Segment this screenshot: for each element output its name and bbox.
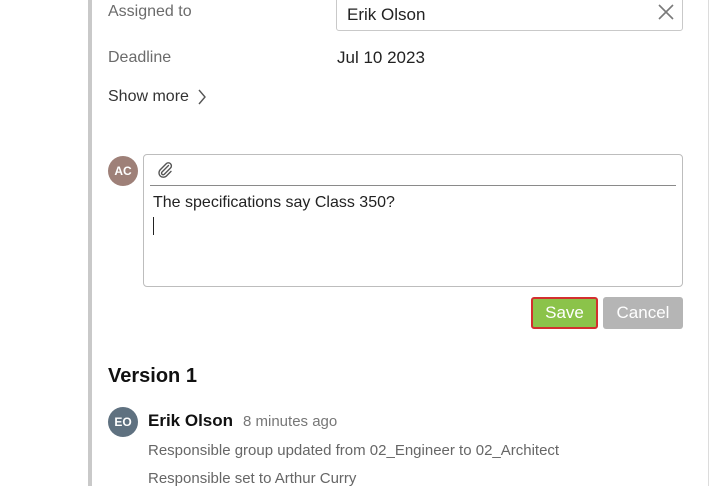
show-more-link[interactable]: Show more bbox=[108, 88, 207, 106]
author-avatar-initials: EO bbox=[114, 415, 132, 429]
paperclip-icon[interactable] bbox=[156, 161, 174, 179]
comment-editor[interactable]: The specifications say Class 350? bbox=[143, 154, 683, 287]
chevron-right-icon bbox=[198, 89, 206, 105]
author-name: Erik Olson bbox=[148, 411, 234, 430]
commenter-avatar: AC bbox=[108, 156, 138, 186]
cancel-button[interactable]: Cancel bbox=[603, 297, 683, 329]
comment-text[interactable]: The specifications say Class 350? bbox=[153, 194, 395, 212]
assigned-to-field[interactable]: Erik Olson bbox=[336, 0, 683, 31]
text-caret bbox=[153, 217, 154, 235]
deadline-value: Jul 10 2023 bbox=[337, 48, 425, 67]
assigned-to-value: Erik Olson bbox=[347, 5, 426, 24]
commenter-avatar-initials: AC bbox=[114, 164, 132, 178]
deadline-label: Deadline bbox=[108, 49, 172, 66]
toolbar-divider bbox=[150, 185, 676, 186]
panel-right-border bbox=[708, 0, 709, 486]
show-more-label: Show more bbox=[108, 88, 189, 105]
entry-timestamp: 8 minutes ago bbox=[243, 413, 338, 430]
author-avatar: EO bbox=[108, 407, 138, 437]
assigned-to-label: Assigned to bbox=[108, 3, 192, 20]
change-log-line: Responsible group updated from 02_Engine… bbox=[148, 442, 560, 459]
clear-icon[interactable] bbox=[656, 2, 676, 22]
version-heading: Version 1 bbox=[108, 365, 197, 387]
left-gutter bbox=[0, 0, 88, 486]
save-button[interactable]: Save bbox=[531, 297, 598, 329]
change-log-line: Responsible set to Arthur Curry bbox=[148, 470, 357, 487]
